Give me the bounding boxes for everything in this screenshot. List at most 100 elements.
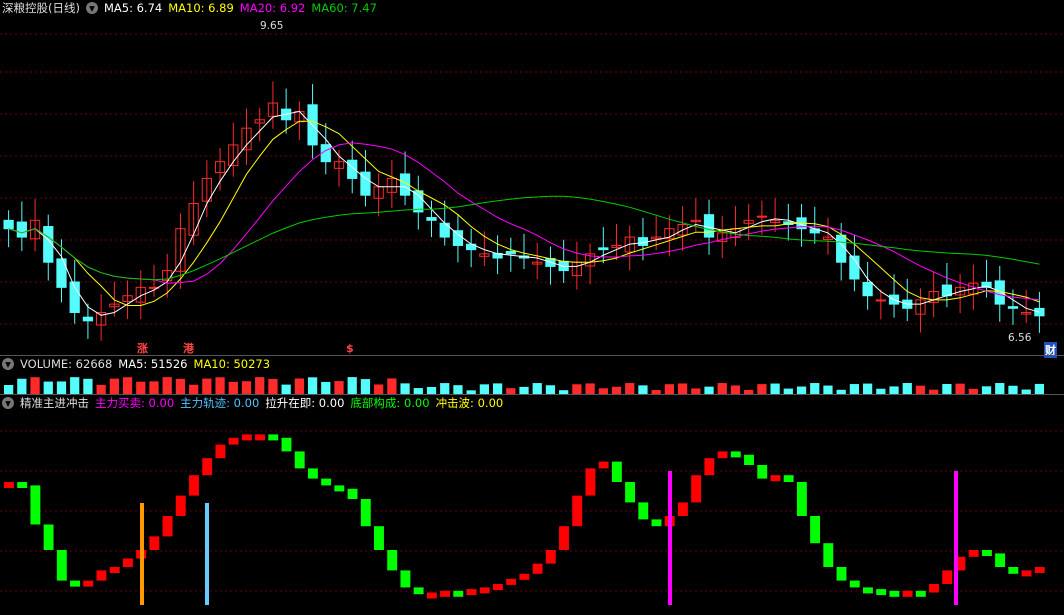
volume-bar: [889, 386, 899, 394]
oscillator-bar: [492, 584, 503, 590]
collapse-volume-icon[interactable]: ▾: [2, 358, 14, 370]
signal-bar: [954, 471, 958, 605]
volume-bar: [717, 383, 727, 394]
volume-bar: [387, 378, 397, 394]
volume-bar: [426, 386, 437, 394]
volume-bar: [109, 378, 119, 394]
collapse-main-icon[interactable]: ▾: [85, 2, 98, 14]
volume-bar: [374, 384, 384, 394]
volume-bar: [942, 383, 952, 394]
oscillator-bar: [915, 590, 926, 597]
volume-ma5: MA5: 51526: [118, 357, 188, 371]
oscillator-bar: [70, 580, 80, 587]
oscillator-bar: [215, 444, 226, 459]
indicator-l1: 主力买卖: 0.00: [95, 396, 175, 410]
volume-bar: [479, 384, 489, 394]
candle-body: [941, 284, 953, 297]
candle-body: [598, 247, 609, 251]
oscillator-bar: [717, 451, 728, 459]
volume-bar: [334, 381, 344, 394]
candle-body: [836, 234, 847, 263]
candle-body: [347, 159, 358, 179]
volume-bar: [321, 381, 331, 394]
marker-zhang[interactable]: 涨: [137, 340, 148, 356]
volume-bar: [1008, 385, 1018, 394]
oscillator-bar: [255, 434, 265, 441]
volume-bar: [545, 385, 556, 394]
volume-panel[interactable]: ▾ VOLUME: 62668 MA5: 51526 MA10: 50273: [0, 356, 1064, 394]
indicator-panel[interactable]: ▾ 精准主进冲击 主力买卖: 0.00 主力轨迹: 0.00 拉升在即: 0.0…: [0, 395, 1064, 615]
oscillator-bar: [810, 516, 821, 544]
volume-chart[interactable]: [0, 372, 1064, 394]
volume-bar: [757, 384, 767, 394]
oscillator-bar: [783, 475, 794, 482]
ma60-value: MA60: 7.47: [311, 1, 377, 15]
volume-bar: [532, 383, 542, 394]
volume-bar: [955, 383, 965, 394]
volume-bar: [175, 378, 186, 394]
volume-bar: [519, 386, 529, 394]
oscillator-bar: [400, 570, 411, 588]
candle-body: [862, 281, 873, 297]
oscillator-bar: [440, 590, 451, 597]
candle-body: [505, 250, 516, 255]
volume-bar: [189, 384, 199, 394]
marker-gang[interactable]: 港: [183, 340, 194, 356]
candle-body: [1007, 306, 1019, 309]
marker-s[interactable]: $: [346, 342, 354, 355]
oscillator-bar: [995, 553, 1006, 567]
candlestick-chart[interactable]: [0, 16, 1064, 356]
volume-bar: [83, 378, 93, 394]
volume-bar: [202, 378, 212, 394]
oscillator-bar: [43, 524, 54, 550]
indicator-l5: 冲击波: 0.00: [435, 396, 504, 410]
oscillator-bar: [532, 563, 543, 574]
ma10-line: [8, 120, 1040, 306]
volume-bar: [638, 385, 648, 394]
main-chart-panel[interactable]: 深粮控股(日线) ▾ MA5: 6.74 MA10: 6.89 MA20: 6.…: [0, 0, 1064, 358]
volume-bar: [915, 385, 926, 394]
oscillator-bar: [96, 570, 107, 581]
oscillator-bar: [122, 558, 133, 567]
oscillator-bar: [796, 482, 807, 516]
oscillator-bar: [757, 465, 768, 479]
volume-bar: [255, 377, 265, 394]
volume-bar: [17, 378, 27, 394]
oscillator-bar: [413, 587, 424, 595]
volume-bar: [268, 378, 278, 394]
oscillator-bar: [889, 590, 900, 597]
oscillator-bar: [268, 434, 279, 441]
collapse-indicator-icon[interactable]: ▾: [2, 397, 14, 409]
ma20-line: [8, 142, 1040, 301]
oscillator-bar: [770, 475, 781, 482]
oscillator-bar: [968, 550, 979, 557]
volume-bar: [823, 385, 833, 394]
volume-bar: [862, 383, 873, 394]
oscillator-bar: [625, 482, 636, 503]
volume-bar: [902, 383, 912, 394]
volume-bar: [136, 381, 146, 394]
oscillator-bar: [611, 461, 622, 482]
volume-bar: [30, 377, 40, 394]
volume-ma10: MA10: 50273: [193, 357, 271, 371]
oscillator-bar: [862, 587, 873, 594]
oscillator-bar: [1021, 570, 1032, 577]
indicator-chart[interactable]: [0, 411, 1064, 615]
oscillator-bar: [189, 475, 199, 496]
ma5-value: MA5: 6.74: [103, 1, 163, 15]
oscillator-bar: [704, 458, 715, 476]
oscillator-bar: [506, 578, 517, 585]
oscillator-bar: [387, 550, 398, 571]
volume-bar: [70, 377, 80, 394]
volume-bar: [241, 381, 252, 394]
indicator-l2: 主力轨迹: 0.00: [180, 396, 260, 410]
candle-body: [703, 214, 715, 238]
oscillator-bar: [321, 478, 332, 486]
volume-bar: [162, 377, 172, 394]
volume-bar: [995, 383, 1005, 394]
oscillator-bar: [677, 502, 688, 516]
oscillator-bar: [202, 458, 213, 476]
volume-bar: [810, 383, 820, 394]
oscillator-bar: [545, 550, 556, 564]
oscillator-bar: [294, 451, 305, 469]
